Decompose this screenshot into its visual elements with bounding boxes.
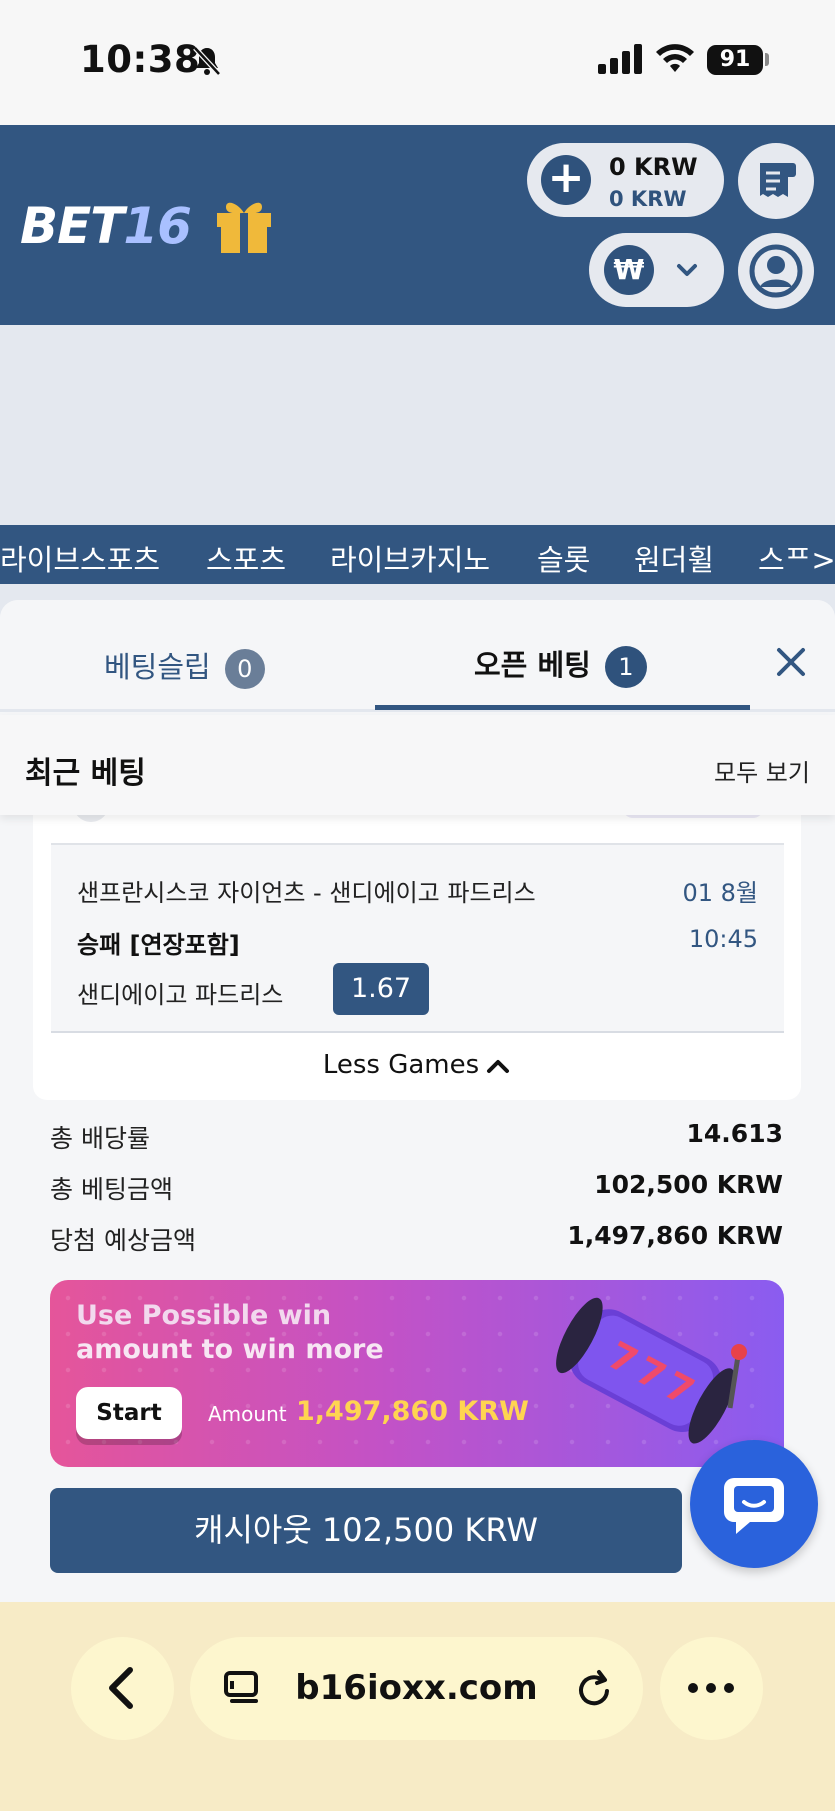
promo-amount-value: 1,497,860 KRW	[296, 1396, 529, 1427]
chevron-left-icon	[109, 1667, 133, 1709]
summary-label: 당첨 예상금액	[50, 1226, 196, 1255]
tab-betslip-label: 베팅슬립	[104, 650, 211, 684]
site-logo[interactable]: BET16	[20, 197, 192, 255]
tab-betslip[interactable]: 베팅슬립 0	[104, 644, 265, 689]
promo-title-line1: Use Possible win	[76, 1300, 332, 1331]
close-icon[interactable]	[775, 646, 807, 682]
promo-title-line2: amount to win more	[76, 1334, 384, 1365]
bonus-balance: 0 KRW	[609, 187, 687, 211]
chat-bubble-icon	[724, 1478, 784, 1534]
market-name: 승패 [연장포함]	[77, 931, 240, 959]
logo-text: BET	[20, 197, 124, 255]
summary-value: 14.613	[686, 1119, 783, 1148]
browser-back-button[interactable]	[71, 1637, 174, 1740]
tab-open-bets[interactable]: 오픈 베팅 1	[474, 642, 647, 688]
see-all-link[interactable]: 모두 보기	[714, 753, 810, 788]
nav-item-live-sports[interactable]: 라이브스포츠	[0, 537, 160, 579]
nav-item-live-casino[interactable]: 라이브카지노	[330, 537, 490, 579]
tab-open-bets-label: 오픈 베팅	[474, 648, 591, 682]
nav-item-slots[interactable]: 슬롯	[537, 537, 590, 579]
betslip-tabs: 베팅슬립 0 오픈 베팅 1	[0, 600, 835, 712]
receipt-icon	[760, 163, 796, 197]
wallet-balance[interactable]: + 0 KRW 0 KRW	[527, 143, 724, 217]
battery-cap	[765, 53, 769, 66]
recent-bets-title: 최근 베팅	[25, 756, 146, 791]
status-time: 10:38	[80, 38, 201, 81]
user-icon	[749, 244, 803, 298]
match-date: 01 8월	[682, 879, 758, 907]
profile-button[interactable]	[738, 233, 814, 309]
summary-label: 총 배당률	[50, 1124, 150, 1153]
match-time: 10:45	[688, 925, 758, 953]
less-games-label: Less Games	[322, 1050, 480, 1080]
summary-potential-win: 당첨 예상금액 1,497,860 KRW	[50, 1221, 783, 1261]
summary-value: 102,500 KRW	[594, 1170, 783, 1199]
chevron-down-icon	[674, 255, 700, 289]
bet-history-button[interactable]	[738, 143, 814, 219]
bet-selection: 샌프란시스코 자이언츠 - 샌디에이고 파드리스 01 8월 승패 [연장포함]…	[51, 843, 784, 1033]
site-header: BET16 + 0 KRW 0 KRW ₩	[0, 125, 835, 325]
main-balance: 0 KRW	[609, 153, 698, 181]
signal-icon	[598, 44, 642, 78]
won-currency-icon: ₩	[604, 245, 654, 295]
deposit-plus-button[interactable]: +	[541, 155, 591, 205]
tab-open-bets-count: 1	[604, 646, 647, 688]
browser-toolbar: b16ioxx.com	[0, 1602, 835, 1811]
summary-total-stake: 총 베팅금액 102,500 KRW	[50, 1170, 783, 1210]
cashout-button[interactable]: 캐시아웃 102,500 KRW	[50, 1488, 682, 1573]
reload-icon[interactable]	[575, 1667, 615, 1715]
logo-number: 16	[123, 197, 192, 255]
recent-bets-header: 최근 베팅 모두 보기	[0, 715, 835, 815]
selection-name: 샌디에이고 파드리스	[77, 981, 284, 1009]
betslip-panel: 베팅슬립 0 오픈 베팅 1 최근 베팅 모두 보기 샌프란시스코 자이언츠 - 샌…	[0, 600, 835, 1602]
battery-indicator: 91	[707, 45, 763, 75]
banner-placeholder	[0, 325, 835, 525]
nav-item-more[interactable]: 스ᄑ>ᄑ	[758, 537, 835, 579]
bet-card: 샌프란시스코 자이언츠 - 샌디에이고 파드리스 01 8월 승패 [연장포함]…	[33, 800, 801, 1100]
odds-badge: 1.67	[333, 963, 429, 1015]
live-chat-button[interactable]	[690, 1440, 818, 1568]
promo-start-button[interactable]: Start	[76, 1387, 182, 1439]
silent-bell-icon	[192, 45, 222, 81]
chevron-up-icon	[487, 1059, 510, 1073]
active-tab-indicator	[375, 705, 750, 710]
currency-selector[interactable]: ₩	[589, 233, 724, 307]
address-bar[interactable]: b16ioxx.com	[190, 1637, 643, 1740]
slot-machine-icon: 7 7 7	[550, 1288, 750, 1462]
promo-banner[interactable]: Use Possible win amount to win more Star…	[50, 1280, 784, 1467]
match-name: 샌프란시스코 자이언츠 - 샌디에이고 파드리스	[77, 879, 536, 907]
less-games-toggle[interactable]: Less Games	[33, 1050, 801, 1080]
status-bar: 10:38 91	[0, 0, 835, 125]
tab-betslip-count: 0	[224, 649, 265, 689]
promo-amount-label: Amount	[208, 1402, 287, 1426]
more-dots-icon	[688, 1683, 734, 1693]
summary-label: 총 베팅금액	[50, 1175, 173, 1204]
summary-value: 1,497,860 KRW	[567, 1221, 783, 1250]
wifi-icon	[655, 42, 695, 78]
nav-item-wonder-wheel[interactable]: 원더휠	[634, 537, 714, 579]
main-nav: 라이브스포츠 스포츠 라이브카지노 슬롯 원더휠 스ᄑ>ᄑ	[0, 525, 835, 584]
browser-more-button[interactable]	[660, 1637, 763, 1740]
nav-item-sports[interactable]: 스포츠	[206, 537, 286, 579]
summary-total-odds: 총 배당률 14.613	[50, 1119, 783, 1159]
gift-icon[interactable]	[215, 195, 273, 259]
